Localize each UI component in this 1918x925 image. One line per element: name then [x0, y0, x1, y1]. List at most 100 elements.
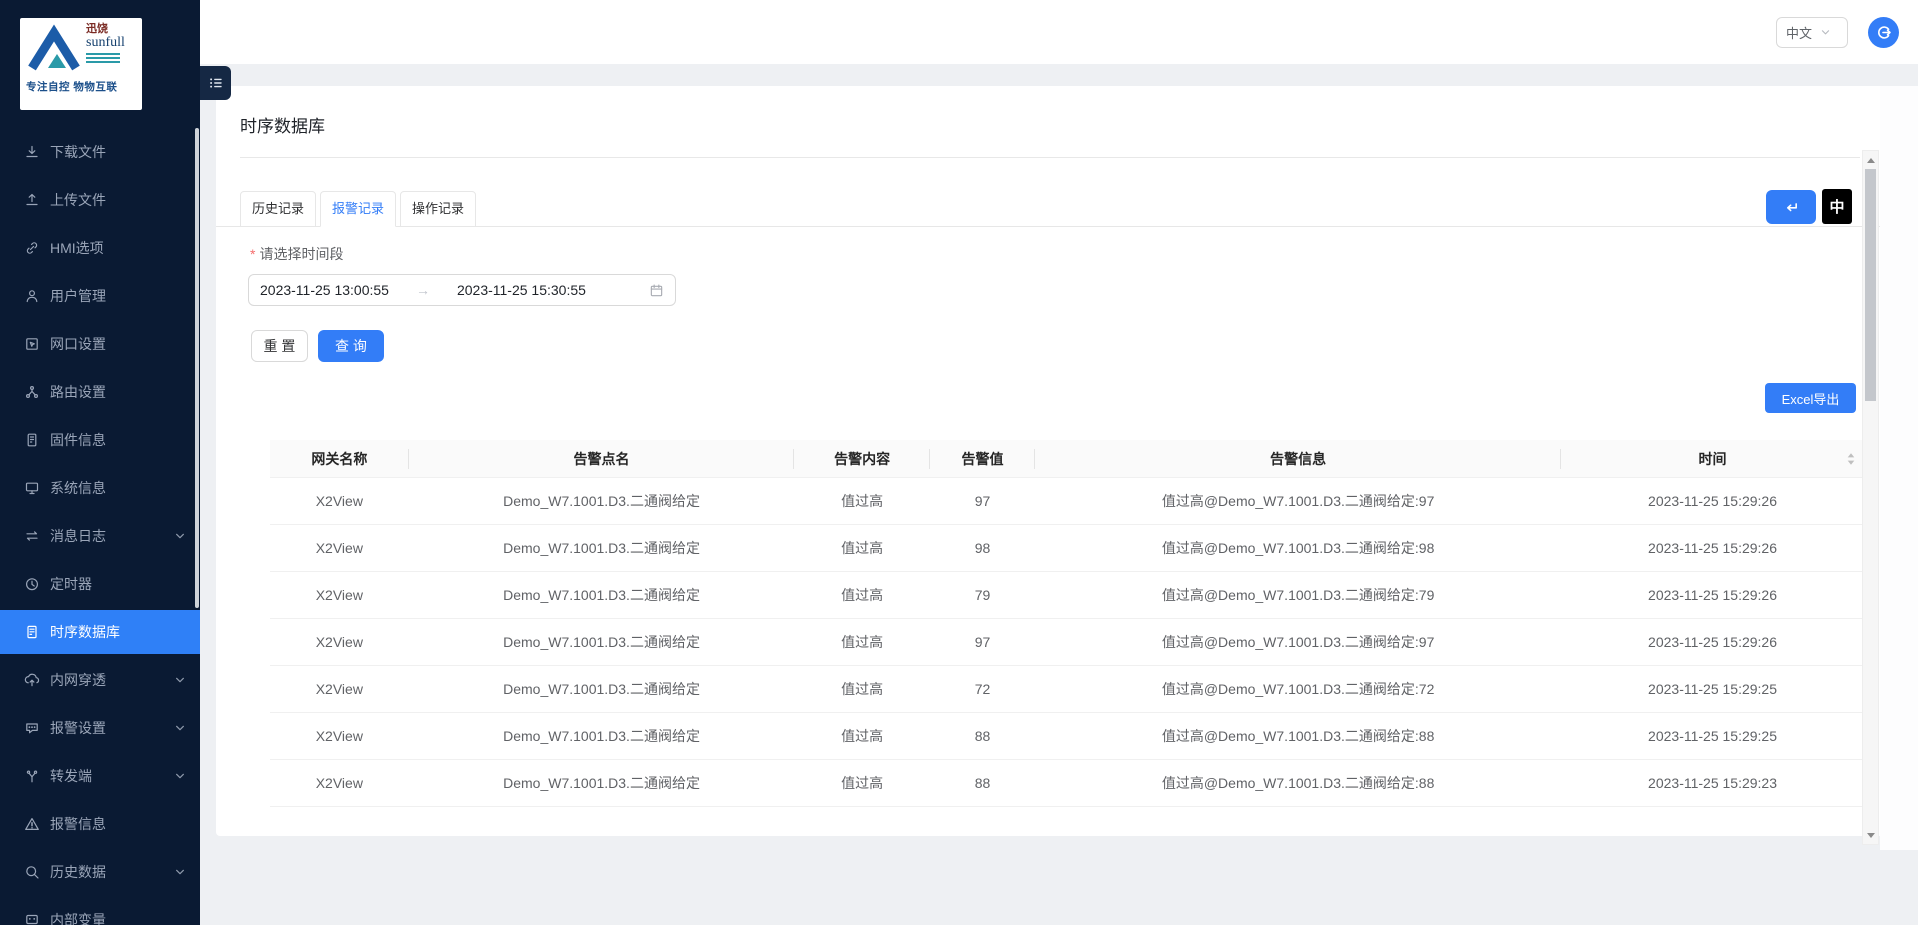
sidebar-collapse-button[interactable] [200, 66, 231, 100]
sidebar-item-11[interactable]: 内网穿透 [0, 658, 200, 702]
table-cell: Demo_W7.1001.D3.二通阀给定 [409, 525, 795, 571]
table-cell: 88 [930, 760, 1035, 806]
table-body: X2ViewDemo_W7.1001.D3.二通阀给定值过高97值过高@Demo… [270, 478, 1864, 807]
sidebar-item-12[interactable]: 报警设置 [0, 706, 200, 750]
start-datetime-value[interactable]: 2023-11-25 13:00:55 [260, 282, 389, 298]
sidebar-item-10[interactable]: 时序数据库 [0, 610, 200, 654]
nat-icon [24, 672, 40, 688]
table-cell: 2023-11-25 15:29:26 [1561, 572, 1864, 618]
sidebar-item-15[interactable]: 历史数据 [0, 850, 200, 894]
table-cell: 97 [930, 619, 1035, 665]
column-header-1: 告警点名 [409, 440, 795, 477]
filter-actions: 重 置 查 询 [251, 330, 384, 362]
tab-0[interactable]: 历史记录 [240, 191, 316, 227]
reset-button[interactable]: 重 置 [251, 330, 308, 362]
table-cell: 值过高@Demo_W7.1001.D3.二通阀给定:98 [1035, 525, 1561, 571]
sidebar-item-4[interactable]: 网口设置 [0, 322, 200, 366]
sidebar-menu: 下载文件上传文件 HMI选项用户管理网口设置路由设置固件信息系统信息消息日志定时器… [0, 130, 200, 925]
tab-1[interactable]: 报警记录 [320, 191, 396, 227]
table-cell: 值过高 [794, 760, 929, 806]
upload-icon [24, 192, 40, 208]
sidebar-item-label: 固件信息 [50, 430, 106, 450]
tab-bar: 历史记录报警记录操作记录 中 [216, 190, 1884, 227]
table-cell: X2View [270, 619, 409, 665]
sidebar-item-2[interactable]: HMI选项 [0, 226, 200, 270]
sort-icon[interactable] [1846, 452, 1856, 466]
sidebar-item-label: 定时器 [50, 574, 92, 594]
query-button[interactable]: 查 询 [318, 330, 384, 362]
table-cell: Demo_W7.1001.D3.二通阀给定 [409, 760, 795, 806]
column-header-0: 网关名称 [270, 440, 409, 477]
sidebar-item-6[interactable]: 固件信息 [0, 418, 200, 462]
sidebar-item-label: 系统信息 [50, 478, 106, 498]
time-range-label: *请选择时间段 [250, 244, 343, 264]
sidebar-item-0[interactable]: 下载文件 [0, 130, 200, 174]
topbar: 中文 [200, 0, 1918, 64]
chevron-down-icon [174, 866, 186, 878]
table-cell: 值过高@Demo_W7.1001.D3.二通阀给定:97 [1035, 619, 1561, 665]
sidebar-item-13[interactable]: 转发端 [0, 754, 200, 798]
table-row: X2ViewDemo_W7.1001.D3.二通阀给定值过高72值过高@Demo… [270, 666, 1864, 713]
user-avatar[interactable] [1868, 17, 1899, 48]
sidebar-item-7[interactable]: 系统信息 [0, 466, 200, 510]
internal-variable-icon [24, 912, 40, 925]
chevron-down-icon [174, 530, 186, 542]
table-cell: 98 [930, 525, 1035, 571]
table-cell: Demo_W7.1001.D3.二通阀给定 [409, 666, 795, 712]
scroll-down-arrow[interactable] [1863, 828, 1878, 842]
table-cell: Demo_W7.1001.D3.二通阀给定 [409, 619, 795, 665]
calendar-icon [649, 283, 664, 298]
sidebar-item-16[interactable]: 内部变量 [0, 898, 200, 925]
table-cell: 2023-11-25 15:29:26 [1561, 478, 1864, 524]
table-cell: 值过高@Demo_W7.1001.D3.二通阀给定:88 [1035, 760, 1561, 806]
table-cell: Demo_W7.1001.D3.二通阀给定 [409, 478, 795, 524]
sidebar-item-8[interactable]: 消息日志 [0, 514, 200, 558]
main-scrollbar[interactable] [1862, 150, 1879, 845]
chevron-down-icon [174, 674, 186, 686]
chinese-lang-badge[interactable]: 中 [1822, 189, 1852, 224]
table-cell: 值过高 [794, 572, 929, 618]
sidebar-item-label: 消息日志 [50, 526, 106, 546]
date-range-picker[interactable]: 2023-11-25 13:00:55 → 2023-11-25 15:30:5… [248, 274, 676, 306]
return-button[interactable] [1766, 190, 1816, 224]
sidebar-item-label: 内网穿透 [50, 670, 106, 690]
scroll-up-arrow[interactable] [1863, 153, 1878, 167]
brand-tagline: 专注自控 物物互联 [26, 79, 136, 94]
end-datetime-value[interactable]: 2023-11-25 15:30:55 [457, 282, 586, 298]
column-header-3: 告警值 [930, 440, 1035, 477]
route-icon [24, 384, 40, 400]
sidebar-item-label: 报警信息 [50, 814, 106, 834]
column-header-2: 告警内容 [794, 440, 929, 477]
sidebar-item-label: 内部变量 [50, 910, 106, 925]
logout-icon [1875, 24, 1892, 41]
table-row: X2ViewDemo_W7.1001.D3.二通阀给定值过高97值过高@Demo… [270, 619, 1864, 666]
scrollbar-thumb[interactable] [1865, 169, 1876, 401]
content-card: 时序数据库 历史记录报警记录操作记录 中 *请选择时间段 2023-11-25 … [216, 86, 1884, 836]
chevron-down-icon [174, 770, 186, 782]
chevron-down-icon [174, 722, 186, 734]
network-port-icon [24, 336, 40, 352]
tab-2[interactable]: 操作记录 [400, 191, 476, 227]
sidebar-item-label: 时序数据库 [50, 622, 120, 642]
table-cell: 97 [930, 478, 1035, 524]
sidebar-item-9[interactable]: 定时器 [0, 562, 200, 606]
sidebar-item-1[interactable]: 上传文件 [0, 178, 200, 222]
sidebar-item-label: 报警设置 [50, 718, 106, 738]
table-cell: 79 [930, 572, 1035, 618]
language-selector[interactable]: 中文 [1776, 17, 1848, 48]
table-row: X2ViewDemo_W7.1001.D3.二通阀给定值过高88值过高@Demo… [270, 760, 1864, 807]
sidebar-scrollbar-thumb[interactable] [195, 128, 199, 608]
table-cell: 值过高 [794, 666, 929, 712]
sidebar-item-label: 上传文件 [50, 190, 106, 210]
sidebar-item-5[interactable]: 路由设置 [0, 370, 200, 414]
sidebar-item-3[interactable]: 用户管理 [0, 274, 200, 318]
sidebar-item-14[interactable]: 报警信息 [0, 802, 200, 846]
sidebar-item-label: 路由设置 [50, 382, 106, 402]
excel-export-button[interactable]: Excel导出 [1765, 383, 1856, 413]
table-cell: X2View [270, 572, 409, 618]
sidebar-item-label: 转发端 [50, 766, 92, 786]
sidebar-item-label: 用户管理 [50, 286, 106, 306]
sunfull-logo: 迅饶 sunfull 专注自控 物物互联 [20, 18, 142, 110]
table-header: 网关名称告警点名告警内容告警值告警信息时间 [270, 440, 1864, 478]
table-cell: 2023-11-25 15:29:25 [1561, 713, 1864, 759]
